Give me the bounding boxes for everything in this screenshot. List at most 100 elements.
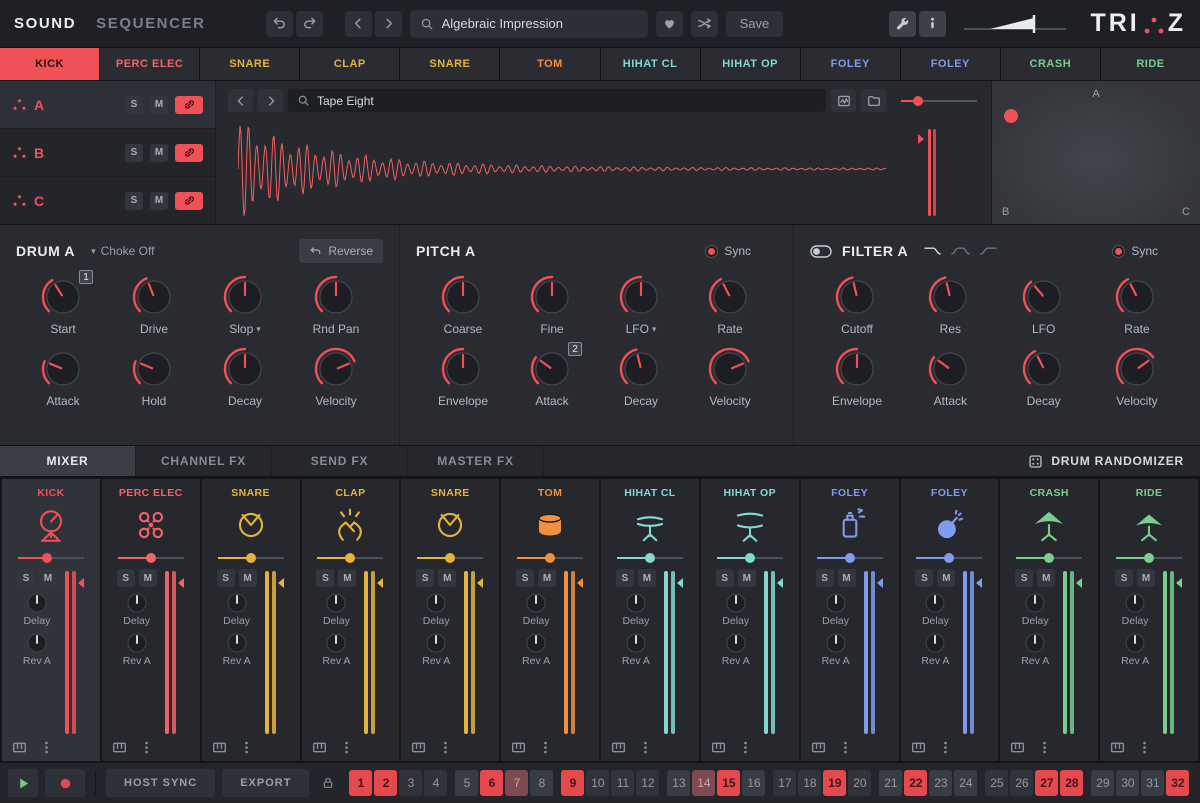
step-16[interactable]: 16: [742, 770, 765, 796]
keyboard-icon[interactable]: [711, 740, 726, 755]
keyboard-icon[interactable]: [212, 740, 227, 755]
knob-dial[interactable]: [132, 275, 176, 319]
slider-handle[interactable]: [445, 553, 455, 563]
keyboard-icon[interactable]: [312, 740, 327, 755]
step-10[interactable]: 10: [586, 770, 609, 796]
step-25[interactable]: 25: [985, 770, 1008, 796]
strip-mute-button[interactable]: M: [338, 569, 356, 587]
tab-channel-fx[interactable]: CHANNEL FX: [136, 446, 272, 476]
strip-mute-button[interactable]: M: [139, 569, 157, 587]
pad-hihat-cl-7[interactable]: HIHAT CL: [601, 48, 700, 80]
layer-solo-button[interactable]: S: [125, 96, 143, 114]
strip-reverb-knob[interactable]: Rev A: [223, 632, 251, 667]
knob-res[interactable]: Res: [907, 275, 993, 336]
knob-dial[interactable]: [441, 275, 485, 319]
lock-icon[interactable]: [321, 776, 335, 790]
master-volume-slider[interactable]: [960, 13, 1070, 35]
level-marker-icon[interactable]: [918, 134, 924, 144]
layer-link-button[interactable]: [175, 192, 203, 210]
prev-preset-button[interactable]: [345, 11, 372, 37]
random-preset-button[interactable]: [691, 11, 718, 37]
step-9[interactable]: 9: [561, 770, 584, 796]
strip-mute-button[interactable]: M: [937, 569, 955, 587]
knob-dial[interactable]: [132, 347, 176, 391]
tab-sequencer[interactable]: SEQUENCER: [96, 15, 205, 32]
knob-dial[interactable]: [1022, 347, 1066, 391]
knob-dial[interactable]: [1115, 347, 1159, 391]
knob-attack[interactable]: Attack: [907, 347, 993, 408]
keyboard-icon[interactable]: [811, 740, 826, 755]
step-15[interactable]: 15: [717, 770, 740, 796]
knob-attack[interactable]: 2Attack: [509, 347, 595, 408]
step-17[interactable]: 17: [773, 770, 796, 796]
pan-marker-icon[interactable]: [877, 578, 883, 588]
knob-dial[interactable]: [314, 347, 358, 391]
strip-volume-slider[interactable]: [1016, 552, 1082, 564]
strip-reverb-knob[interactable]: Rev A: [622, 632, 650, 667]
pad-crash-11[interactable]: CRASH: [1001, 48, 1100, 80]
strip-solo-button[interactable]: S: [616, 569, 634, 587]
pad-clap-4[interactable]: CLAP: [300, 48, 399, 80]
mixer-strip-perc-elec-2[interactable]: PERC ELECSMDelayRev A: [102, 479, 200, 761]
layer-xy-pad[interactable]: A B C: [991, 81, 1200, 224]
strip-solo-button[interactable]: S: [217, 569, 235, 587]
step-3[interactable]: 3: [399, 770, 422, 796]
pan-marker-icon[interactable]: [178, 578, 184, 588]
favorite-button[interactable]: [656, 11, 683, 37]
filter-power-toggle[interactable]: [810, 245, 832, 258]
sample-volume-slider[interactable]: [901, 89, 977, 112]
layer-link-button[interactable]: [175, 96, 203, 114]
strip-mute-button[interactable]: M: [239, 569, 257, 587]
keyboard-icon[interactable]: [611, 740, 626, 755]
kebab-menu-icon[interactable]: [1137, 740, 1152, 755]
strip-reverb-knob[interactable]: Rev A: [822, 632, 850, 667]
knob-envelope[interactable]: Envelope: [420, 347, 506, 408]
knob-attack[interactable]: Attack: [20, 347, 106, 408]
mixer-strip-hihat-cl-7[interactable]: HIHAT CLSMDelayRev A: [601, 479, 699, 761]
mixer-strip-foley-10[interactable]: FOLEYSMDelayRev A: [901, 479, 999, 761]
knob-dial[interactable]: [928, 275, 972, 319]
mixer-strip-hihat-op-8[interactable]: HIHAT OPSMDelayRev A: [701, 479, 799, 761]
step-2[interactable]: 2: [374, 770, 397, 796]
slider-handle[interactable]: [944, 553, 954, 563]
kebab-menu-icon[interactable]: [339, 740, 354, 755]
slider-handle[interactable]: [845, 553, 855, 563]
strip-volume-slider[interactable]: [916, 552, 982, 564]
kebab-menu-icon[interactable]: [139, 740, 154, 755]
slider-handle[interactable]: [146, 553, 156, 563]
pan-marker-icon[interactable]: [577, 578, 583, 588]
knob-dial[interactable]: [223, 347, 267, 391]
keyboard-icon[interactable]: [1110, 740, 1125, 755]
strip-delay-knob[interactable]: Delay: [922, 592, 949, 627]
step-5[interactable]: 5: [455, 770, 478, 796]
layer-row-a[interactable]: ASM: [0, 81, 215, 129]
strip-volume-slider[interactable]: [218, 552, 284, 564]
strip-volume-slider[interactable]: [417, 552, 483, 564]
knob-hold[interactable]: Hold: [111, 347, 197, 408]
knob-dial[interactable]: [1022, 275, 1066, 319]
pan-marker-icon[interactable]: [278, 578, 284, 588]
step-22[interactable]: 22: [904, 770, 927, 796]
knob-fine[interactable]: Fine: [509, 275, 595, 336]
strip-solo-button[interactable]: S: [1115, 569, 1133, 587]
pan-marker-icon[interactable]: [976, 578, 982, 588]
step-20[interactable]: 20: [848, 770, 871, 796]
info-button[interactable]: [919, 11, 946, 37]
step-8[interactable]: 8: [530, 770, 553, 796]
layer-row-b[interactable]: BSM: [0, 129, 215, 177]
pan-marker-icon[interactable]: [677, 578, 683, 588]
knob-dial[interactable]: [1115, 275, 1159, 319]
slider-handle[interactable]: [913, 96, 923, 106]
knob-dial[interactable]: [835, 347, 879, 391]
browse-folder-button[interactable]: [861, 89, 886, 112]
tab-sound[interactable]: SOUND: [14, 15, 76, 32]
knob-rate[interactable]: Rate: [687, 275, 773, 336]
strip-delay-knob[interactable]: Delay: [123, 592, 150, 627]
strip-solo-button[interactable]: S: [316, 569, 334, 587]
strip-mute-button[interactable]: M: [438, 569, 456, 587]
knob-decay[interactable]: Decay: [202, 347, 288, 408]
mixer-strip-tom-6[interactable]: TOMSMDelayRev A: [501, 479, 599, 761]
kebab-menu-icon[interactable]: [638, 740, 653, 755]
knob-dial[interactable]: [441, 347, 485, 391]
strip-mute-button[interactable]: M: [738, 569, 756, 587]
